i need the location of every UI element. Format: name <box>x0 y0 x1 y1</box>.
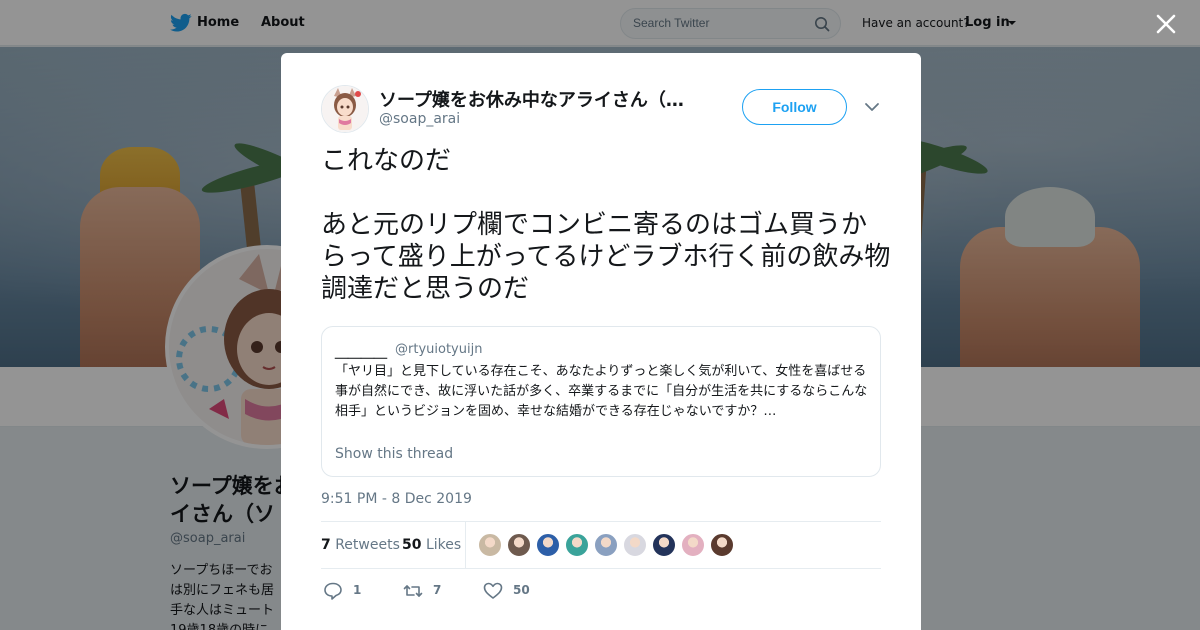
anime-avatar-small <box>322 86 368 132</box>
reply-icon[interactable] <box>323 581 343 601</box>
tweet-author-avatar[interactable] <box>321 85 369 133</box>
quoted-author-name: ＿＿＿＿ <box>335 346 388 361</box>
liker-avatar[interactable] <box>478 533 502 557</box>
heart-icon[interactable] <box>483 581 503 601</box>
stats-divider <box>465 522 466 569</box>
tweet-author-handle[interactable]: @soap_arai <box>379 111 460 127</box>
liker-avatar[interactable] <box>623 533 647 557</box>
retweets-label: Retweets <box>335 537 400 553</box>
tweet-timestamp[interactable]: 9:51 PM - 8 Dec 2019 <box>321 491 472 507</box>
tweet-text: これなのだ あと元のリプ欄でコンビニ寄るのはゴム買うからって盛り上がってるけどラ… <box>321 145 891 305</box>
chevron-down-icon[interactable] <box>864 101 880 113</box>
tweet-text-paragraph: これなのだ <box>321 146 452 176</box>
liker-avatar[interactable] <box>594 533 618 557</box>
tweet-modal: ソープ嬢をお休み中なアライさん（… @soap_arai Follow これなの… <box>281 53 921 630</box>
show-thread-link[interactable]: Show this thread <box>335 446 453 462</box>
retweet-icon[interactable] <box>403 581 423 601</box>
liker-avatar[interactable] <box>536 533 560 557</box>
retweet-count: 7 <box>433 583 442 597</box>
close-icon[interactable] <box>1154 12 1178 36</box>
tweet-author-name[interactable]: ソープ嬢をお休み中なアライさん（… <box>379 86 689 112</box>
follow-button[interactable]: Follow <box>742 89 847 125</box>
quoted-tweet[interactable]: ＿＿＿＿ @rtyuiotyuijn 「ヤリ目」と見下している存在こそ、あなたよ… <box>321 326 881 477</box>
liker-avatar[interactable] <box>681 533 705 557</box>
like-count: 50 <box>513 583 530 597</box>
tweet-stats-row: 7 Retweets 50 Likes <box>321 521 881 569</box>
reply-count: 1 <box>353 583 362 597</box>
liker-avatar[interactable] <box>652 533 676 557</box>
likes-stat[interactable]: 50 Likes <box>402 537 461 553</box>
retweets-stat[interactable]: 7 Retweets <box>321 537 400 553</box>
quoted-author-handle: @rtyuiotyuijn <box>395 342 483 357</box>
tweet-actions-row: 1 7 50 <box>321 580 881 604</box>
liker-avatar[interactable] <box>507 533 531 557</box>
likes-count: 50 <box>402 537 422 553</box>
liker-avatar[interactable] <box>710 533 734 557</box>
tweet-text-paragraph: あと元のリプ欄でコンビニ寄るのはゴム買うからって盛り上がってるけどラブホ行く前の… <box>321 210 891 304</box>
retweets-count: 7 <box>321 537 331 553</box>
quoted-tweet-text: 「ヤリ目」と見下している存在こそ、あなたよりずっと楽しく気が利いて、女性を喜ばせ… <box>335 364 868 419</box>
likes-label: Likes <box>425 537 462 553</box>
liker-avatar[interactable] <box>565 533 589 557</box>
